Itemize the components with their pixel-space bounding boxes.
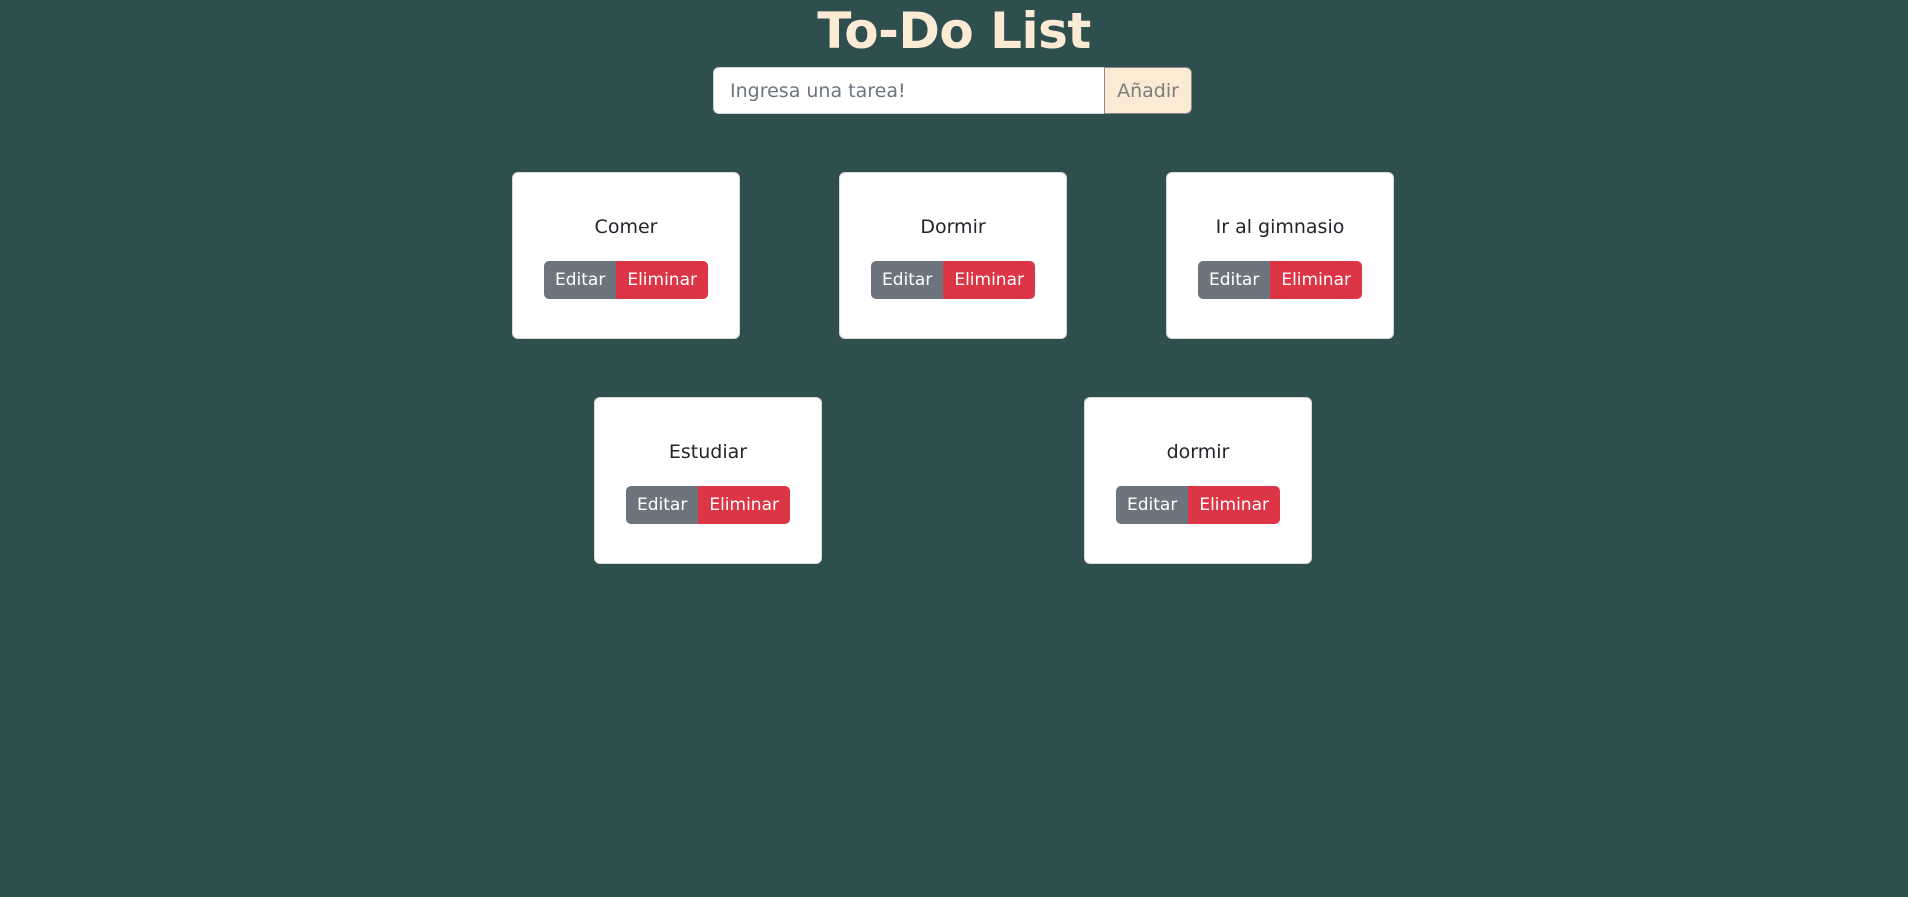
delete-button[interactable]: Eliminar (616, 261, 708, 299)
add-button[interactable]: Añadir (1104, 67, 1192, 114)
task-title: dormir (1166, 441, 1230, 463)
task-title: Comer (594, 216, 658, 238)
task-input[interactable] (713, 67, 1104, 114)
task-actions: Editar Eliminar (1116, 486, 1280, 524)
edit-button[interactable]: Editar (626, 486, 699, 524)
task-actions: Editar Eliminar (871, 261, 1035, 299)
task-actions: Editar Eliminar (626, 486, 790, 524)
task-title: Estudiar (668, 441, 748, 463)
task-card: dormir Editar Eliminar (1084, 397, 1312, 564)
edit-button[interactable]: Editar (544, 261, 617, 299)
task-card: Estudiar Editar Eliminar (594, 397, 822, 564)
delete-button[interactable]: Eliminar (1270, 261, 1362, 299)
delete-button[interactable]: Eliminar (1188, 486, 1280, 524)
task-actions: Editar Eliminar (544, 261, 708, 299)
task-actions: Editar Eliminar (1198, 261, 1362, 299)
task-title: Dormir (920, 216, 986, 238)
task-card: Ir al gimnasio Editar Eliminar (1166, 172, 1394, 339)
task-title: Ir al gimnasio (1215, 216, 1345, 238)
edit-button[interactable]: Editar (1198, 261, 1271, 299)
edit-button[interactable]: Editar (1116, 486, 1189, 524)
task-card: Dormir Editar Eliminar (839, 172, 1067, 339)
task-card: Comer Editar Eliminar (512, 172, 740, 339)
add-task-form: Añadir (713, 67, 1192, 114)
page-title: To-Do List (817, 2, 1091, 60)
edit-button[interactable]: Editar (871, 261, 944, 299)
delete-button[interactable]: Eliminar (943, 261, 1035, 299)
delete-button[interactable]: Eliminar (698, 486, 790, 524)
